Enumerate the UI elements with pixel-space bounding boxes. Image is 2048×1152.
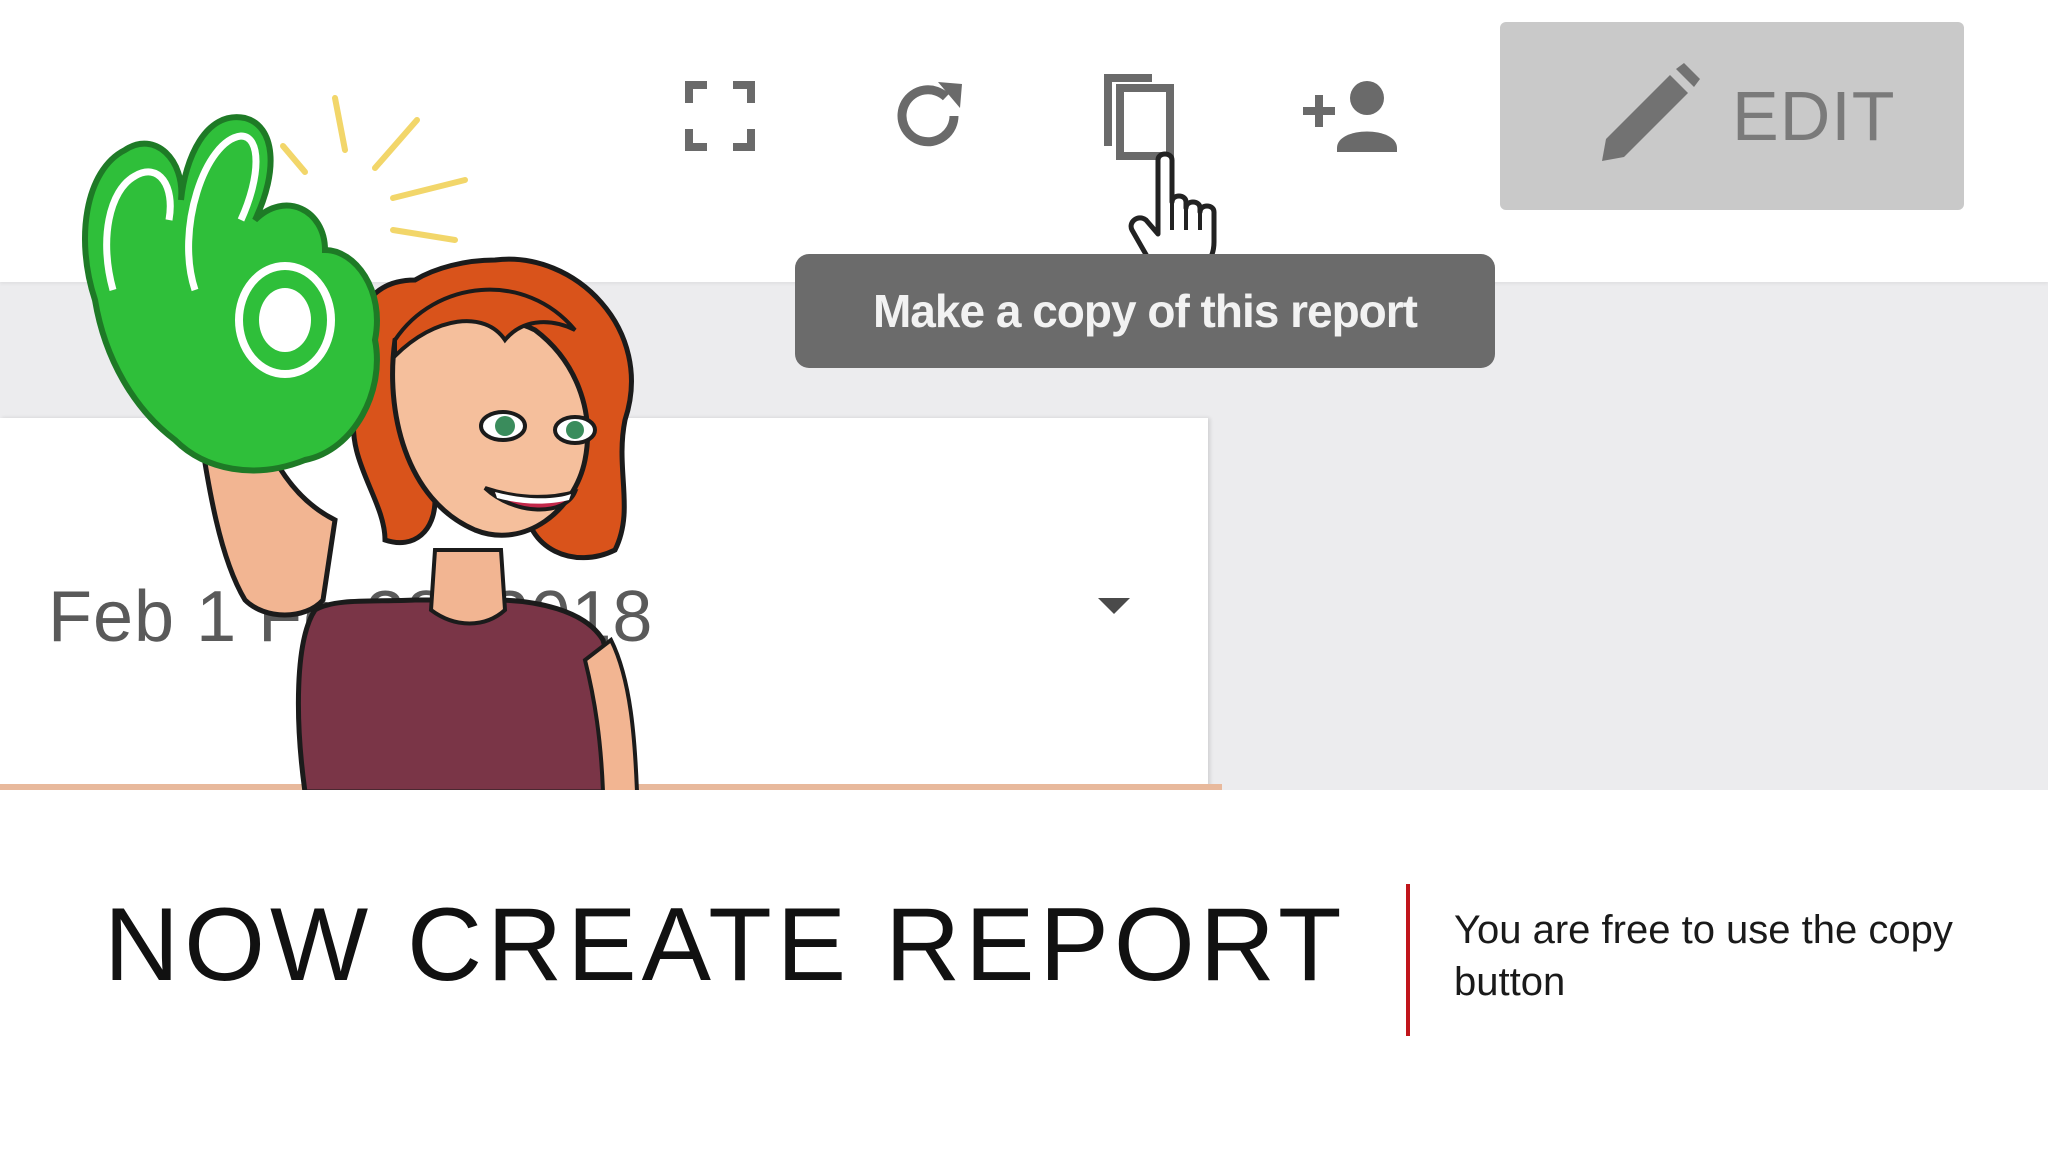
caret-down-icon[interactable]: [1098, 598, 1130, 614]
refresh-icon: [897, 82, 962, 147]
slide-caption: NOW CREATE REPORT You are free to use th…: [0, 790, 2048, 1152]
ok-hand-icon: [82, 114, 380, 474]
slide-subtitle: You are free to use the copy button: [1454, 908, 1953, 1004]
add-person-icon: [1303, 81, 1397, 152]
copy-tooltip: Make a copy of this report: [795, 254, 1495, 368]
report-screenshot: EDIT Make a copy of this report Feb 1 Fe…: [0, 0, 2048, 790]
caption-divider: [1406, 884, 1410, 1036]
tooltip-text: Make a copy of this report: [872, 285, 1418, 337]
share-button[interactable]: [1294, 56, 1414, 176]
edit-button-label: EDIT: [1732, 77, 1896, 155]
refresh-button[interactable]: [870, 56, 990, 176]
slide-title: NOW CREATE REPORT: [104, 887, 1347, 1003]
bitmoji-avatar: [82, 95, 639, 790]
edit-button[interactable]: EDIT: [1500, 22, 1964, 210]
pencil-icon: [1602, 63, 1700, 161]
